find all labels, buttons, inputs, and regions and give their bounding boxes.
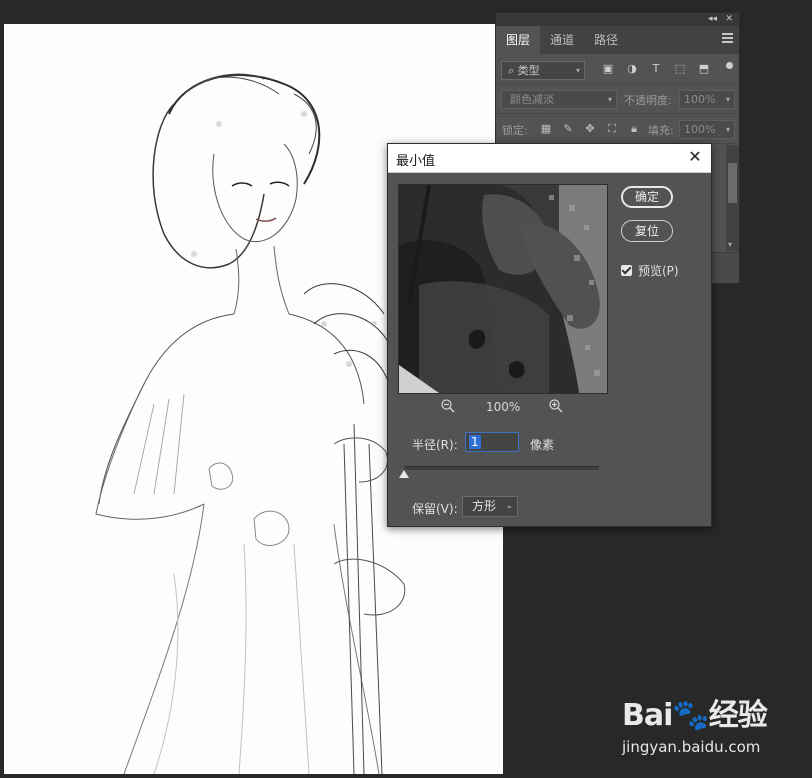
lock-artboard-icon[interactable]: ⛶ <box>604 122 620 136</box>
close-panel-icon[interactable]: ✕ <box>725 13 733 26</box>
lock-brush-icon[interactable]: ✎ <box>560 122 576 136</box>
preview-checkbox[interactable] <box>621 265 632 276</box>
blend-mode-select[interactable]: 颜色减淡 ▾ <box>501 90 617 109</box>
smart-object-filter-icon[interactable]: ⬒ <box>696 62 712 76</box>
preview-checkbox-row[interactable]: 预览(P) <box>621 262 679 279</box>
radius-input[interactable]: 1 <box>465 432 519 452</box>
panel-tab-bar: 图层 通道 路径 <box>496 26 739 54</box>
zoom-controls: 100% <box>440 398 570 416</box>
collapse-panel-icon[interactable]: ◂◂ <box>708 13 717 26</box>
fill-field[interactable]: 100% ▾ <box>679 120 735 139</box>
zoom-out-icon[interactable] <box>440 398 456 414</box>
minimum-filter-dialog: 最小值 ✕ 确定 复位 预览(P) 100% 半径(R): 1 像素 保留(V)… <box>387 143 712 527</box>
preview-image <box>399 185 607 393</box>
lock-row: 锁定: ▦ ✎ ✥ ⛶ 🔒︎ 填充: 100% ▾ <box>496 114 739 144</box>
tab-paths[interactable]: 路径 <box>584 26 628 54</box>
layer-filter-row: ⌕ 类型 ▾ ▣ ◑ T ⬚ ⬒ <box>496 54 739 84</box>
lock-label: 锁定: <box>502 124 528 137</box>
text-filter-icon[interactable]: T <box>648 62 664 76</box>
blend-row: 颜色减淡 ▾ 不透明度: 100% ▾ <box>496 84 739 114</box>
filter-toggle-icon[interactable] <box>726 62 733 69</box>
preserve-label: 保留(V): <box>412 502 458 516</box>
baidu-jingyan-watermark: Bai🐾经验 jingyan.baidu.com <box>622 690 782 770</box>
dialog-title: 最小值 <box>396 154 436 169</box>
chevron-down-icon: ▾ <box>725 95 730 104</box>
opacity-value: 100% <box>684 93 716 106</box>
tab-layers[interactable]: 图层 <box>496 26 541 54</box>
radius-slider[interactable] <box>404 466 599 470</box>
preserve-select[interactable]: 方形 ⌄ <box>462 496 518 517</box>
watermark-url: jingyan.baidu.com <box>622 738 761 756</box>
fill-value: 100% <box>684 123 716 136</box>
ok-button[interactable]: 确定 <box>621 186 673 208</box>
scrollbar-thumb[interactable] <box>728 163 737 203</box>
preview-checkbox-label: 预览(P) <box>638 264 679 278</box>
panel-menu-icon[interactable] <box>722 33 733 45</box>
tab-channels[interactable]: 通道 <box>540 26 584 54</box>
chevron-down-icon: ⌄ <box>505 501 513 511</box>
lock-move-icon[interactable]: ✥ <box>582 122 598 136</box>
chevron-down-icon[interactable]: ▾ <box>728 240 732 249</box>
radius-unit: 像素 <box>530 438 555 452</box>
layer-filter-kind-value: 类型 <box>517 64 540 77</box>
fill-label: 填充: <box>648 124 674 137</box>
radius-value: 1 <box>469 435 481 449</box>
lock-all-icon[interactable]: 🔒︎ <box>626 122 642 136</box>
layer-filter-icons: ▣ ◑ T ⬚ ⬒ <box>600 62 712 76</box>
zoom-in-icon[interactable] <box>548 398 564 414</box>
radius-label: 半径(R): <box>412 438 458 452</box>
reset-button[interactable]: 复位 <box>621 220 673 242</box>
radius-slider-thumb[interactable] <box>399 470 409 478</box>
shape-filter-icon[interactable]: ⬚ <box>672 62 688 76</box>
chevron-down-icon: ▾ <box>607 95 612 104</box>
panel-title-bar: ◂◂ ✕ <box>496 13 739 26</box>
layers-scrollbar[interactable]: ▾ <box>726 145 739 251</box>
watermark-logo: Bai🐾经验 <box>622 698 768 733</box>
dialog-title-bar[interactable]: 最小值 ✕ <box>388 144 711 173</box>
layer-filter-kind-select[interactable]: ⌕ 类型 ▾ <box>501 61 585 80</box>
zoom-level: 100% <box>486 400 521 414</box>
image-filter-icon[interactable]: ▣ <box>600 62 616 76</box>
close-icon[interactable]: ✕ <box>685 147 705 167</box>
blend-mode-value: 颜色减淡 <box>510 93 554 106</box>
chevron-down-icon: ▾ <box>725 125 730 134</box>
opacity-label: 不透明度: <box>624 94 672 107</box>
lock-transparent-icon[interactable]: ▦ <box>538 122 554 136</box>
chevron-down-icon: ▾ <box>575 66 580 75</box>
search-icon: ⌕ <box>508 64 515 77</box>
filter-preview[interactable] <box>398 184 608 394</box>
lock-icons: ▦ ✎ ✥ ⛶ 🔒︎ <box>538 122 642 136</box>
adjustment-filter-icon[interactable]: ◑ <box>624 62 640 76</box>
preserve-value: 方形 <box>472 499 497 513</box>
opacity-field[interactable]: 100% ▾ <box>679 90 735 109</box>
